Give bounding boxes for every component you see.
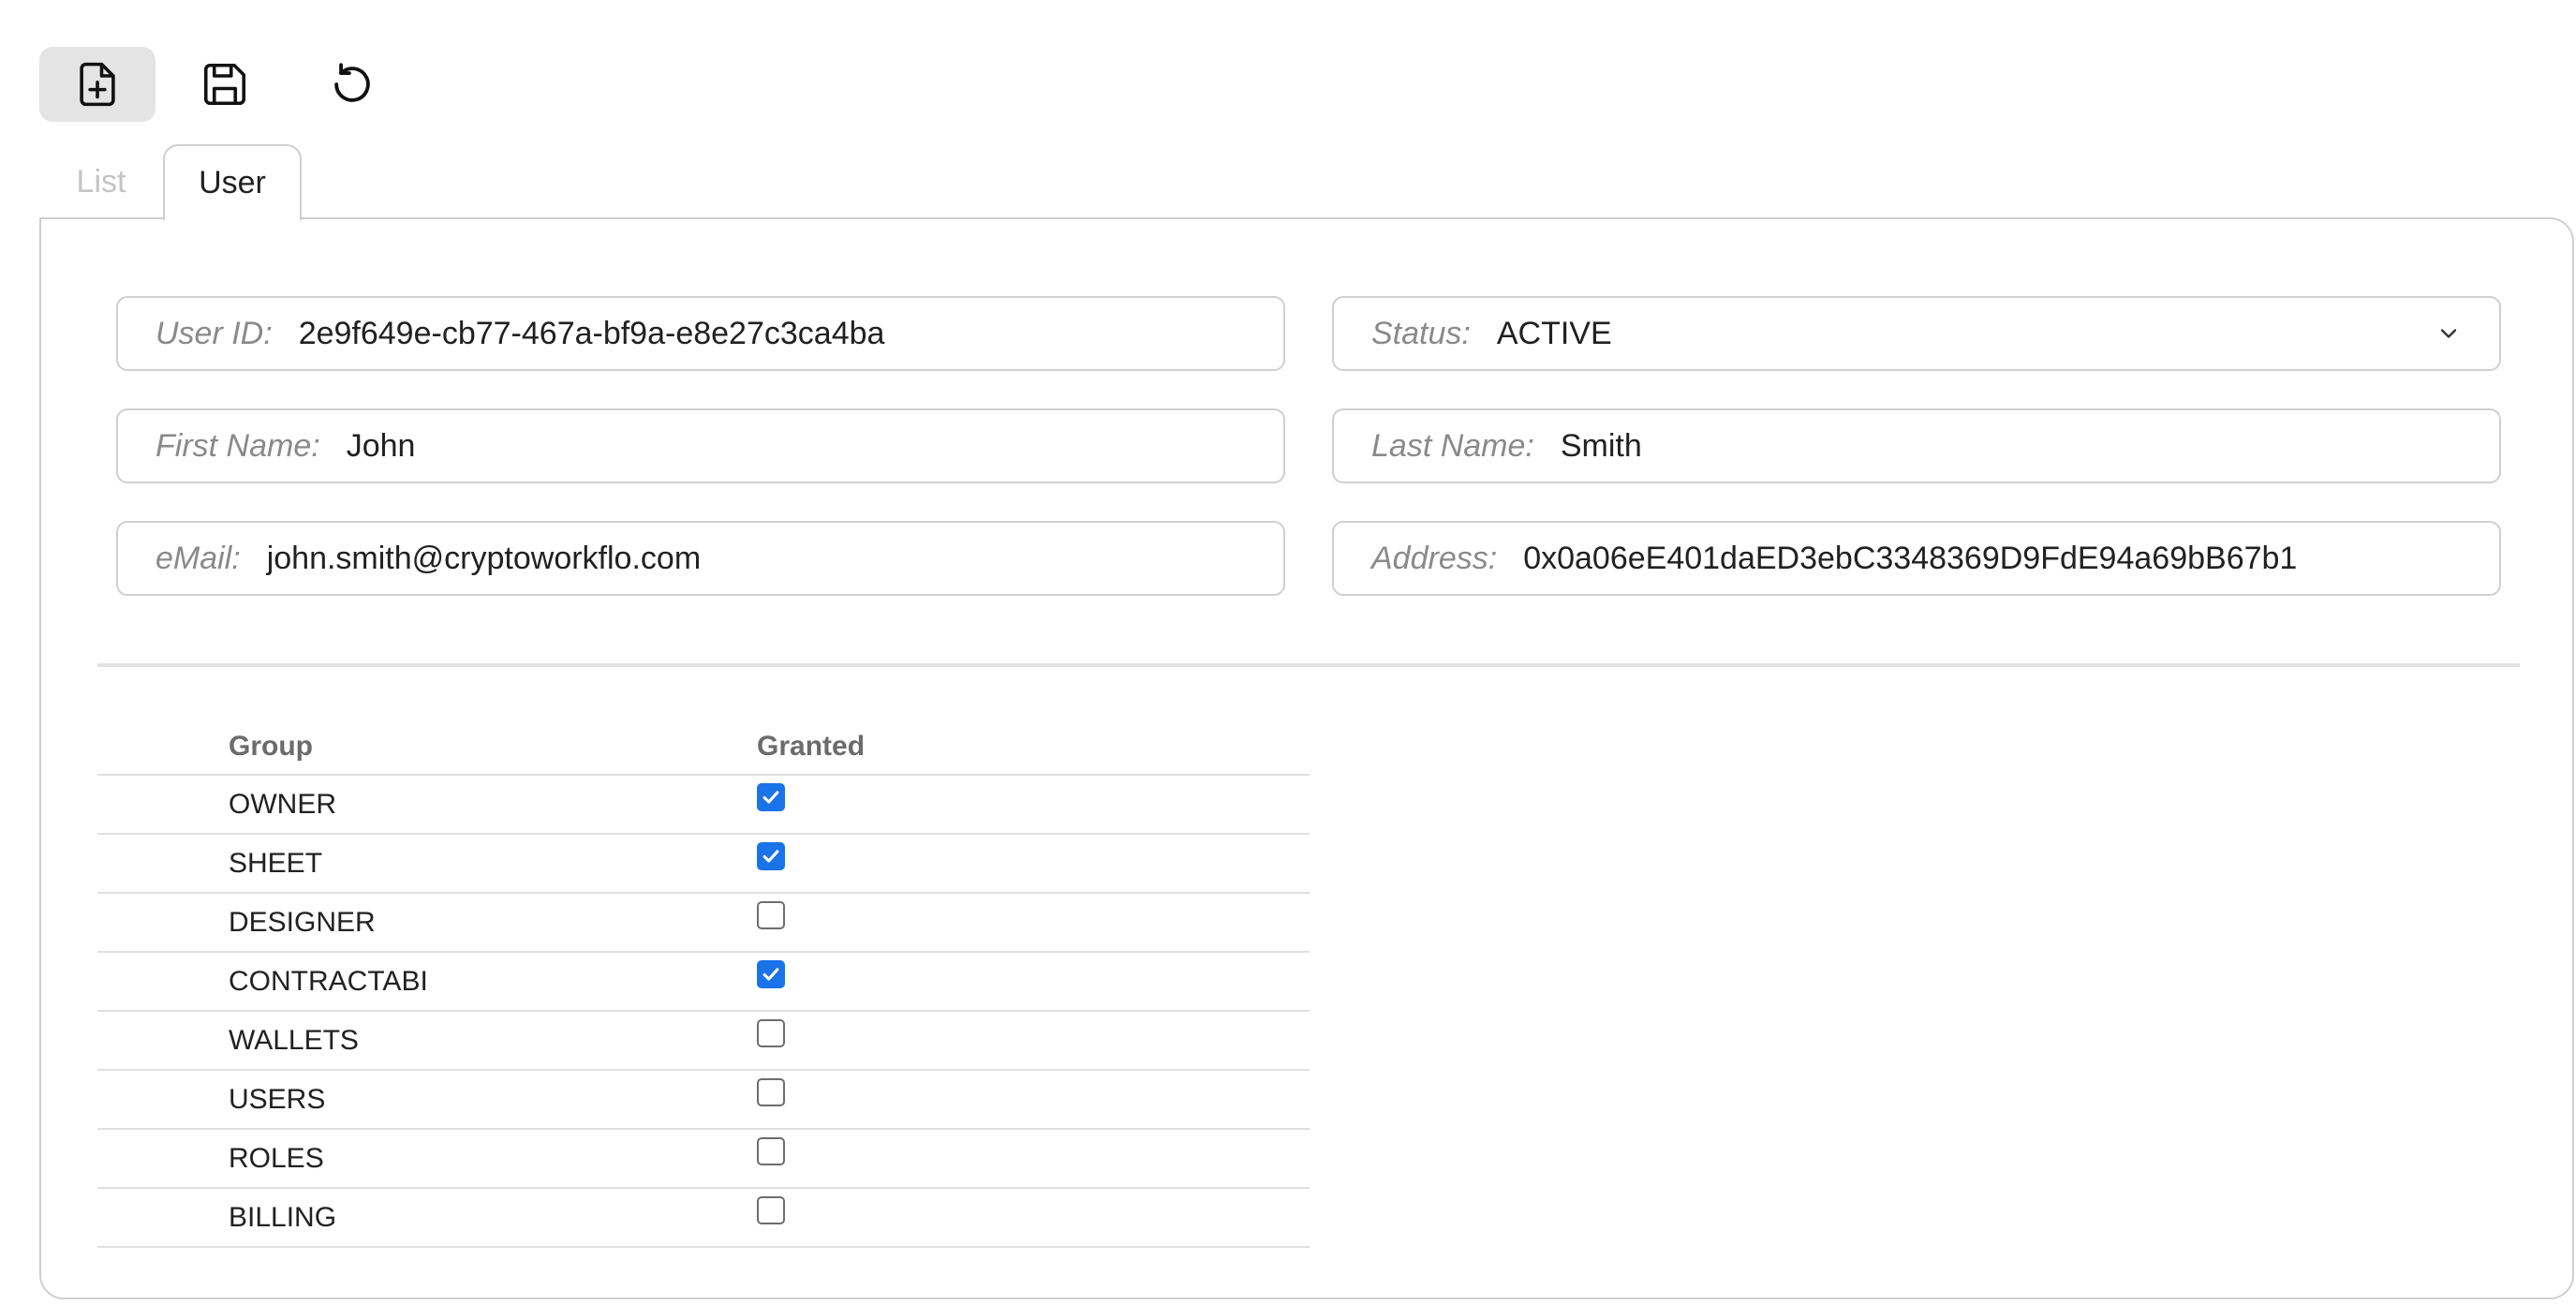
table-body: OWNER SHEET DESIGNER CONTRACTABI WALLETS USER… — [97, 776, 1310, 1248]
granted-cell — [757, 835, 1310, 892]
reload-button[interactable] — [294, 47, 410, 122]
address-label: Address: — [1371, 540, 1498, 576]
table-row: OWNER — [97, 776, 1310, 835]
divider — [97, 663, 2520, 667]
table-row: DESIGNER — [97, 894, 1310, 953]
user-id-value: 2e9f649e-cb77-467a-bf9a-e8e27c3ca4ba — [298, 315, 885, 351]
granted-checkbox[interactable] — [757, 782, 785, 811]
last-name-label: Last Name: — [1371, 427, 1534, 464]
group-name: WALLETS — [229, 1024, 359, 1056]
user-id-label: User ID: — [155, 315, 273, 351]
email-field[interactable]: eMail: john.smith@cryptoworkflo.com — [116, 521, 1285, 596]
last-name-value: Smith — [1560, 427, 1642, 464]
granted-checkbox[interactable] — [757, 1195, 785, 1224]
granted-checkbox[interactable] — [757, 1136, 785, 1165]
file-plus-icon — [80, 62, 115, 107]
granted-column-header: Granted — [757, 731, 866, 762]
reload-icon — [334, 63, 370, 102]
status-value: ACTIVE — [1496, 315, 1612, 351]
first-name-label: First Name: — [155, 427, 320, 464]
table-row: USERS — [97, 1071, 1310, 1130]
address-field[interactable]: Address: 0x0a06eE401daED3ebC3348369D9FdE… — [1332, 521, 2501, 596]
user-panel: User ID: 2e9f649e-cb77-467a-bf9a-e8e27c3… — [39, 217, 2574, 1299]
first-name-field[interactable]: First Name: John — [116, 408, 1285, 483]
status-label: Status: — [1371, 315, 1471, 351]
table-row: WALLETS — [97, 1012, 1310, 1071]
group-name: BILLING — [229, 1201, 337, 1233]
user-id-field[interactable]: User ID: 2e9f649e-cb77-467a-bf9a-e8e27c3… — [116, 296, 1285, 371]
table-row: SHEET — [97, 835, 1310, 894]
floppy-disk-icon — [203, 63, 246, 106]
group-name: DESIGNER — [229, 906, 376, 938]
group-name: CONTRACTABI — [229, 965, 428, 997]
granted-cell — [757, 1130, 1310, 1187]
table-header: Group Granted — [97, 719, 1310, 776]
group-name: OWNER — [229, 788, 336, 820]
tab-bar: List User — [39, 144, 302, 221]
first-name-value: John — [346, 427, 416, 464]
save-button[interactable] — [167, 47, 283, 122]
granted-checkbox[interactable] — [757, 959, 785, 988]
granted-cell — [757, 953, 1310, 1010]
granted-cell — [757, 1071, 1310, 1128]
toolbar — [39, 47, 410, 122]
granted-cell — [757, 1189, 1310, 1246]
group-name: USERS — [229, 1083, 326, 1115]
status-select[interactable]: Status: ACTIVE — [1332, 296, 2501, 371]
granted-cell — [757, 776, 1310, 833]
granted-checkbox[interactable] — [757, 1018, 785, 1047]
granted-checkbox[interactable] — [757, 1077, 785, 1106]
granted-cell — [757, 894, 1310, 951]
group-name: ROLES — [229, 1142, 324, 1174]
chevron-down-icon — [2440, 329, 2457, 338]
table-row: ROLES — [97, 1130, 1310, 1189]
group-column-header: Group — [229, 731, 313, 762]
table-row: BILLING — [97, 1189, 1310, 1248]
new-button[interactable] — [39, 47, 155, 122]
tab-list[interactable]: List — [39, 144, 163, 219]
groups-table: Group Granted OWNER SHEET DESIGNER CONTRACT… — [97, 719, 1310, 1248]
table-row: CONTRACTABI — [97, 953, 1310, 1012]
granted-checkbox[interactable] — [757, 841, 785, 870]
tab-user[interactable]: User — [163, 144, 302, 221]
email-label: eMail: — [155, 540, 241, 576]
granted-cell — [757, 1012, 1310, 1069]
granted-checkbox[interactable] — [757, 900, 785, 929]
email-value: john.smith@cryptoworkflo.com — [266, 540, 702, 576]
address-value: 0x0a06eE401daED3ebC3348369D9FdE94a69bB67… — [1523, 540, 2298, 576]
group-name: SHEET — [229, 847, 323, 879]
last-name-field[interactable]: Last Name: Smith — [1332, 408, 2501, 483]
